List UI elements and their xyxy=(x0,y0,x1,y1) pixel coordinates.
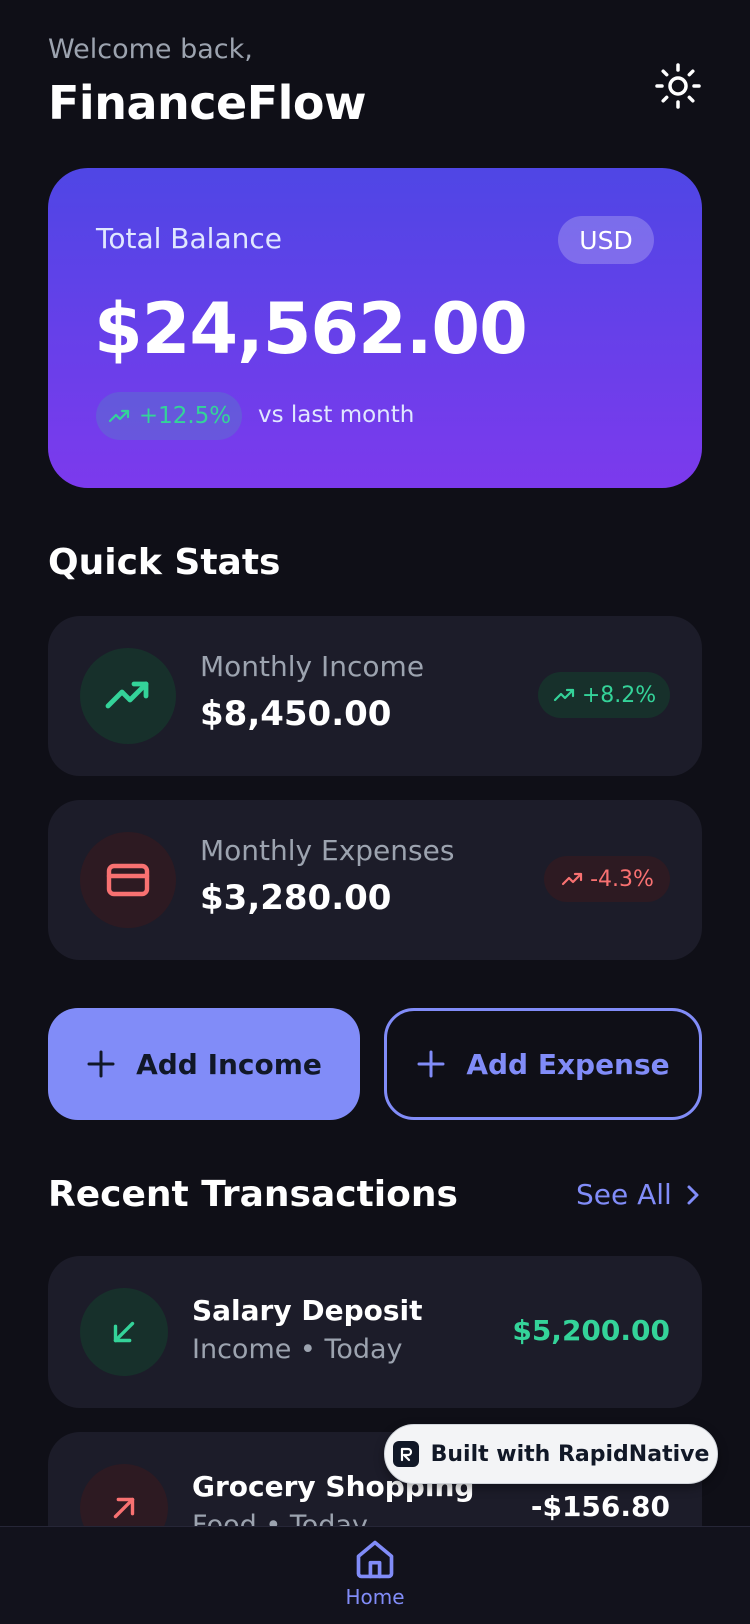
expenses-stat-value: $3,280.00 xyxy=(200,878,392,918)
balance-change-badge: +12.5% xyxy=(96,392,242,440)
built-with-badge[interactable]: Built with RapidNative xyxy=(384,1424,718,1484)
welcome-text: Welcome back, xyxy=(48,34,253,65)
trending-up-icon xyxy=(553,688,574,702)
theme-toggle-button[interactable] xyxy=(650,58,706,114)
expenses-stat-card[interactable]: Monthly Expenses $3,280.00 -4.3% xyxy=(48,800,702,960)
app-title: FinanceFlow xyxy=(48,76,366,130)
income-stat-value: $8,450.00 xyxy=(200,694,392,734)
see-all-label: See All xyxy=(576,1178,672,1211)
quick-stats-title: Quick Stats xyxy=(48,542,281,583)
balance-label: Total Balance xyxy=(96,222,282,255)
plus-icon xyxy=(417,1050,445,1078)
recent-transactions-title: Recent Transactions xyxy=(48,1174,458,1215)
transaction-row[interactable]: Salary Deposit Income • Today $5,200.00 xyxy=(48,1256,702,1408)
arrow-down-left-icon xyxy=(113,1321,135,1343)
home-icon xyxy=(356,1540,394,1579)
expenses-change-value: -4.3% xyxy=(590,866,654,892)
add-expense-label: Add Expense xyxy=(466,1047,670,1081)
chevron-right-icon xyxy=(687,1185,699,1204)
bottom-navigation: Home xyxy=(0,1526,750,1624)
app-screen: Welcome back, FinanceFlow Total Balance … xyxy=(0,0,750,1624)
income-transaction-icon-circle xyxy=(80,1288,168,1376)
trending-up-icon xyxy=(561,872,583,886)
add-income-label: Add Income xyxy=(136,1047,322,1081)
transaction-meta: Income • Today xyxy=(192,1334,403,1365)
balance-change-value: +12.5% xyxy=(138,403,232,429)
expenses-icon-circle xyxy=(80,832,176,928)
arrow-up-right-icon xyxy=(113,1497,135,1519)
rapidnative-logo-icon xyxy=(392,1441,419,1467)
trending-up-icon xyxy=(108,409,129,423)
currency-selector[interactable]: USD xyxy=(558,216,654,264)
credit-card-icon xyxy=(106,863,150,897)
transaction-amount: $5,200.00 xyxy=(512,1314,670,1347)
income-change-badge: +8.2% xyxy=(538,672,670,718)
balance-card: Total Balance USD $24,562.00 +12.5% vs l… xyxy=(48,168,702,488)
add-income-button[interactable]: Add Income xyxy=(48,1008,360,1120)
nav-home-label: Home xyxy=(345,1585,405,1609)
transaction-amount: -$156.80 xyxy=(530,1490,670,1523)
income-stat-card[interactable]: Monthly Income $8,450.00 +8.2% xyxy=(48,616,702,776)
built-with-label: Built with RapidNative xyxy=(430,1441,710,1467)
see-all-link[interactable]: See All xyxy=(576,1178,702,1211)
nav-home-tab[interactable]: Home xyxy=(325,1537,425,1624)
trending-up-icon xyxy=(105,681,149,709)
sun-icon xyxy=(655,63,701,109)
transaction-title: Salary Deposit xyxy=(192,1294,423,1327)
expenses-change-badge: -4.3% xyxy=(544,856,670,902)
plus-icon xyxy=(87,1050,115,1078)
balance-amount: $24,562.00 xyxy=(94,288,528,370)
income-change-value: +8.2% xyxy=(581,682,657,708)
add-expense-button[interactable]: Add Expense xyxy=(384,1008,702,1120)
balance-change-note: vs last month xyxy=(258,402,415,428)
expenses-stat-label: Monthly Expenses xyxy=(200,834,455,867)
income-stat-label: Monthly Income xyxy=(200,650,425,683)
income-icon-circle xyxy=(80,648,176,744)
